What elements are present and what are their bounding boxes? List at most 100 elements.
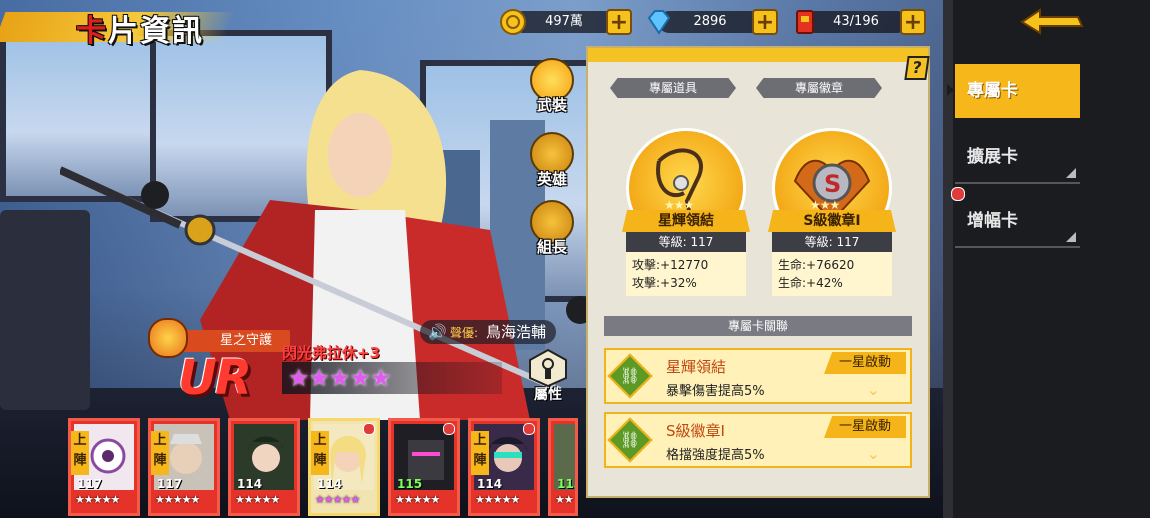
badge-section-header: 專屬徽章 — [756, 78, 882, 98]
item-section-header: 專屬道具 — [610, 78, 736, 98]
leader-label: 組長 — [536, 238, 567, 256]
notification-dot — [951, 187, 965, 201]
attribute-button[interactable]: 屬性 — [526, 348, 570, 404]
exclusive-badge-card[interactable]: S ★★★ S級徽章I 等級: 117 生命:+76620 生命:+42% — [768, 128, 896, 296]
item-stat-2: 攻擊:+32% — [632, 276, 697, 290]
item-level: 等級: 117 — [626, 232, 746, 252]
notification-dot — [443, 423, 455, 435]
exclusive-item-card[interactable]: ★★★ 星輝領結 等級: 117 攻擊:+12770 攻擊:+32% — [622, 128, 750, 296]
badge-level: 等級: 117 — [772, 232, 892, 252]
page-title-first: 卡 — [76, 14, 108, 49]
hero-card[interactable]: 上陣 114 ★★★★★ — [468, 418, 540, 516]
hero-level: 117 — [77, 477, 103, 491]
add-ticket-button[interactable]: + — [900, 9, 926, 35]
voice-actor[interactable]: 🔊 聲優: 鳥海浩輔 — [420, 320, 557, 344]
notification-dot — [523, 423, 535, 435]
leader-button[interactable]: 組長 — [526, 200, 578, 256]
item-stars: ★★★ — [664, 198, 694, 212]
item-stats: 攻擊:+12770 攻擊:+32% — [626, 252, 746, 296]
badge-stats: 生命:+76620 生命:+42% — [772, 252, 892, 296]
hero-level: 115 — [397, 477, 423, 491]
badge-stars: ★★★ — [810, 198, 840, 212]
link-name: S級徽章I — [666, 422, 725, 440]
hero-card[interactable]: 115 ★★ — [548, 418, 578, 516]
ticket-resource: 43/196 + — [790, 7, 930, 37]
deployed-tag: 上陣 — [311, 431, 329, 475]
hero-card[interactable]: 上陣 117 ★★★★★ — [148, 418, 220, 516]
deployed-tag: 上陣 — [151, 431, 169, 475]
link-activation-tag: 一星啟動 — [824, 416, 906, 438]
tab-exclusive-card[interactable]: 專屬卡 — [955, 64, 1080, 118]
tab-amplify-label: 增幅卡 — [967, 211, 1018, 231]
card-category-nav: 專屬卡 擴展卡 增幅卡 — [943, 0, 1150, 518]
character-stars: ★★★★★ — [288, 364, 392, 392]
link-name: 星輝領結 — [666, 358, 727, 376]
link-activation-tag: 一星啟動 — [824, 352, 906, 374]
attribute-icon — [529, 348, 567, 388]
hero-roster: 上陣 117 ★★★★★ 上陣 117 ★★★★★ 114 ★★★★★ 上陣 1… — [62, 418, 582, 518]
back-button[interactable] — [1016, 4, 1086, 36]
item-name: 星輝領結 — [622, 210, 750, 232]
chevron-down-icon: ⌄ — [866, 444, 880, 463]
armor-button[interactable]: 武裝 — [526, 58, 578, 114]
active-tab-pointer — [947, 84, 954, 96]
hero-card-selected[interactable]: 上陣 114 ★★★★★ — [308, 418, 380, 516]
hero-stars: ★★★★★ — [75, 493, 120, 506]
badge-stat-2: 生命:+42% — [778, 276, 843, 290]
page-title: 卡片資訊 — [76, 6, 204, 50]
add-gem-button[interactable]: + — [752, 9, 778, 35]
hero-level: 115 — [557, 477, 575, 491]
link-row[interactable]: ⛓ 星輝領結 暴擊傷害提高5% 一星啟動 ⌄ — [604, 348, 912, 404]
hero-card[interactable]: 115 ★★★★★ — [388, 418, 460, 516]
coin-icon — [498, 7, 528, 37]
page-title-rest: 片資訊 — [108, 14, 204, 49]
tab-expansion-card[interactable]: 擴展卡 — [955, 130, 1080, 184]
chevron-down-icon: ⌄ — [866, 380, 880, 399]
hero-button[interactable]: 英雄 — [526, 132, 578, 188]
deployed-tag: 上陣 — [471, 431, 489, 475]
hero-card[interactable]: 上陣 117 ★★★★★ — [68, 418, 140, 516]
armor-label: 武裝 — [536, 96, 567, 114]
hero-stars: ★★★★★ — [315, 493, 360, 506]
tab-expansion-label: 擴展卡 — [967, 147, 1018, 167]
card-pack-icon — [790, 7, 820, 37]
hero-stars: ★★★★★ — [155, 493, 200, 506]
diamond-icon — [644, 7, 674, 37]
hero-level: 114 — [237, 477, 263, 491]
badge-stat-1: 生命:+76620 — [778, 258, 855, 272]
chain-link-icon: ⛓ — [607, 417, 653, 463]
gem-resource: 2896 + — [644, 7, 782, 37]
link-desc: 暴擊傷害提高5% — [666, 384, 765, 399]
corner-mark — [1066, 232, 1076, 242]
hero-card[interactable]: 114 ★★★★★ — [228, 418, 300, 516]
tab-amplify-card[interactable]: 增幅卡 — [955, 194, 1080, 248]
link-desc: 格擋強度提高5% — [666, 448, 765, 463]
gold-resource: 497萬 + — [498, 7, 636, 37]
add-gold-button[interactable]: + — [606, 9, 632, 35]
hero-stars: ★★★★★ — [235, 493, 280, 506]
speaker-icon: 🔊 — [428, 323, 447, 341]
attribute-label: 屬性 — [534, 387, 562, 403]
faction-tag: 星之守護 — [180, 330, 290, 352]
help-button[interactable]: ? — [904, 56, 930, 80]
link-row[interactable]: ⛓ S級徽章I 格擋強度提高5% 一星啟動 ⌄ — [604, 412, 912, 468]
hero-stars: ★★★★★ — [475, 493, 520, 506]
chain-link-icon: ⛓ — [607, 353, 653, 399]
faction-emblem-icon — [148, 318, 188, 358]
hero-level: 117 — [157, 477, 183, 491]
hero-stars: ★★★★★ — [395, 493, 440, 506]
back-arrow-icon — [1020, 8, 1084, 35]
voice-label: 聲優: — [450, 326, 479, 340]
link-section-header: 專屬卡關聯 — [604, 316, 912, 336]
rarity-label: UR — [178, 350, 252, 406]
page-header: 卡片資訊 — [0, 0, 330, 58]
corner-mark — [1066, 168, 1076, 178]
item-stat-1: 攻擊:+12770 — [632, 258, 709, 272]
voice-actor-name: 鳥海浩輔 — [486, 323, 547, 341]
hero-stars: ★★ — [555, 493, 574, 506]
nav-stripe — [943, 0, 953, 518]
deployed-tag: 上陣 — [71, 431, 89, 475]
notification-dot — [363, 423, 375, 435]
hero-label: 英雄 — [536, 170, 567, 188]
hero-level: 114 — [317, 477, 343, 491]
